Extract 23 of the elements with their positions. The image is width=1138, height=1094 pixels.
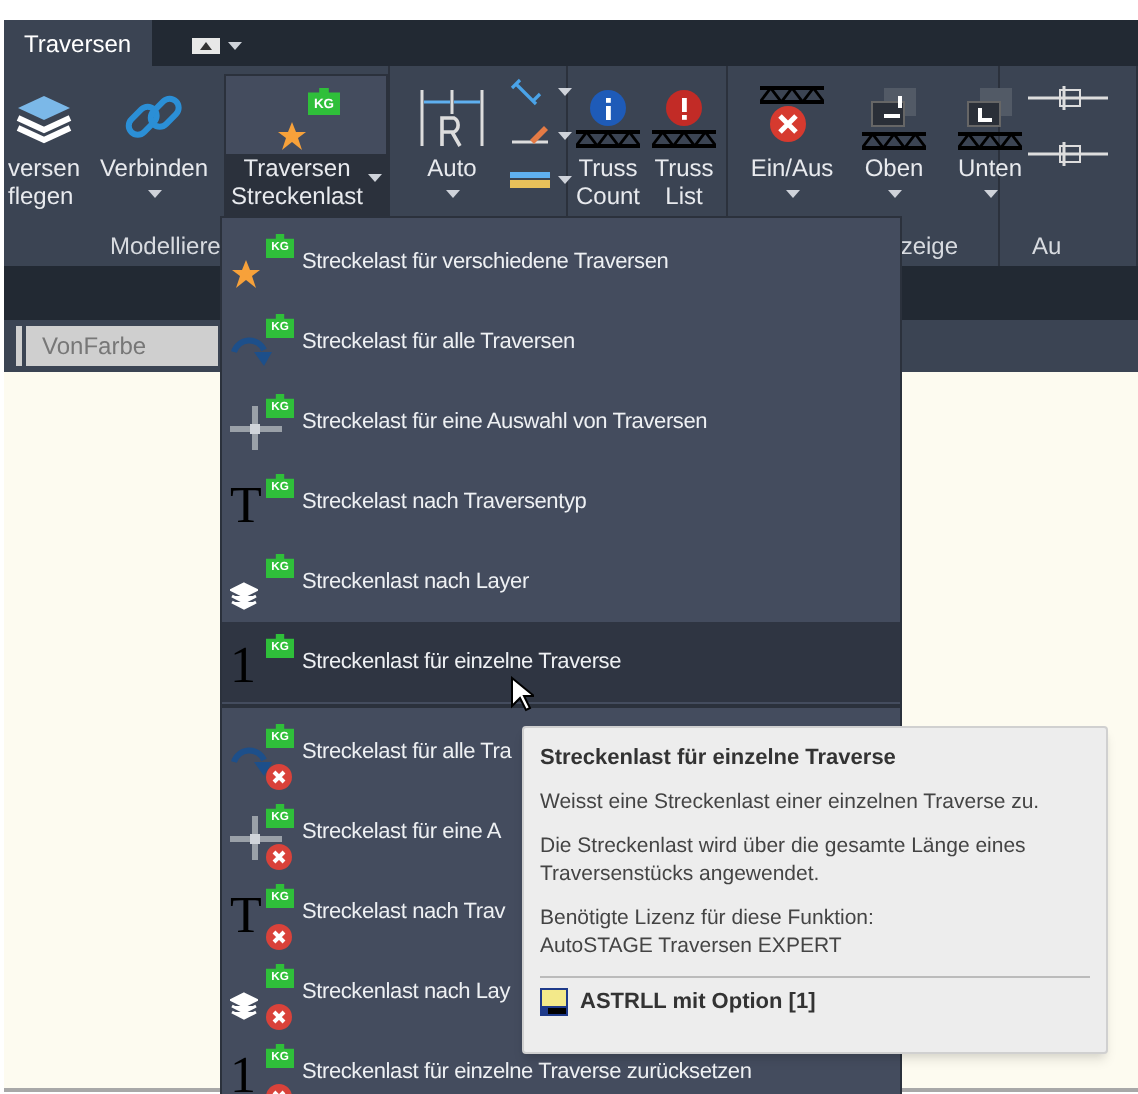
menu-glyph: T <box>230 890 262 942</box>
menu-glyph: 1 <box>230 1050 256 1094</box>
menu-glyph: T <box>230 480 262 532</box>
menu-item-label: Streckenlast für einzelne Traverse <box>302 647 621 678</box>
menu-item-label: Streckelast nach Trav <box>302 897 506 928</box>
menu-item-label: Streckelast für alle Tra <box>302 737 512 768</box>
command-name: ASTRLL mit Option [1] <box>580 988 816 1018</box>
tooltip-text: Weisst eine Streckenlast einer einzelnen Traverse zu. <box>540 788 1042 816</box>
menu-item-label: Streckelast für alle Traversen <box>302 327 575 358</box>
menu-item-label: Streckelast für eine Auswahl von Traversen <box>302 407 708 438</box>
tooltip-text: Die Streckenlast wird über die gesamte Länge eines Traversenstücks angewendet. <box>540 832 1028 888</box>
menu-item-label: Streckenlast für einzelne Traverse zurücksetzen <box>302 1057 752 1088</box>
menu-item-label: Streckenlast nach Layer <box>302 567 529 598</box>
tooltip-text: Benötigte Lizenz für diese Funktion: AutoSTAGE Traversen EXPERT <box>540 904 876 960</box>
menu-item-label: Streckenlast nach Lay <box>302 977 511 1008</box>
ribbon-group-label: Au <box>1032 230 1062 264</box>
menu-item-label: Streckelast nach Traversentyp <box>302 487 587 518</box>
ribbon-group-label: Modelliere <box>110 230 221 264</box>
ribbon-group-label: zeige <box>900 230 958 264</box>
menu-item-label: Streckelast für eine A <box>302 817 502 848</box>
tooltip-title: Streckenlast für einzelne Traverse <box>540 744 898 772</box>
menu-glyph: 1 <box>230 640 256 692</box>
menu-item-label: Streckelast für verschiedene Traversen <box>302 247 669 278</box>
